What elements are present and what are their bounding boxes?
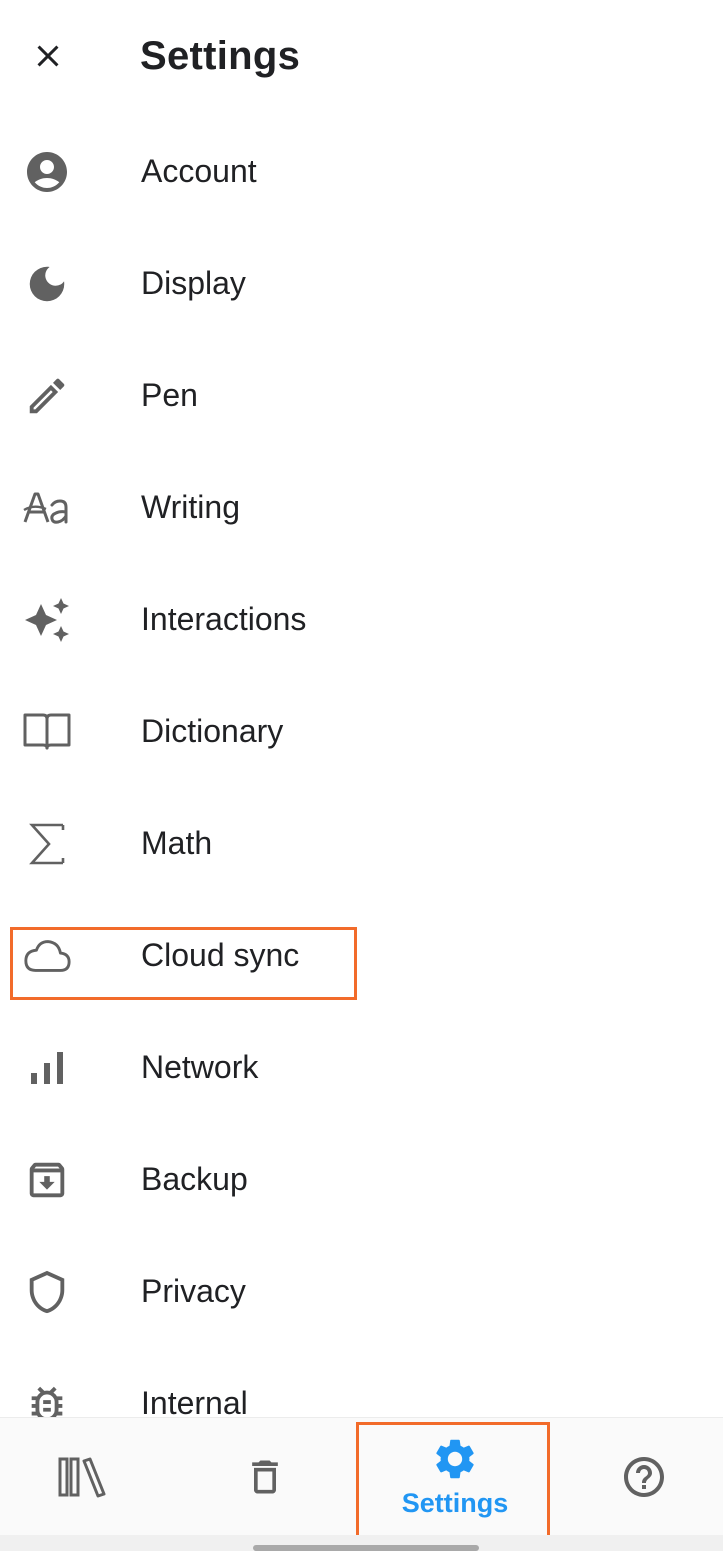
cloud-icon <box>22 931 72 981</box>
menu-item-label: Cloud sync <box>141 937 300 973</box>
menu-item-display[interactable]: Display <box>0 227 723 339</box>
menu-item-label: Interactions <box>141 601 307 637</box>
menu-item-account[interactable]: Account <box>0 115 723 227</box>
help-icon <box>624 1457 664 1497</box>
account-circle-icon <box>22 147 72 197</box>
archive-icon <box>22 1155 72 1205</box>
signal-bars-icon <box>22 1043 72 1093</box>
menu-item-label: Internal <box>141 1385 248 1417</box>
menu-item-label: Pen <box>141 377 198 413</box>
text-format-icon <box>22 483 72 533</box>
menu-item-pen[interactable]: Pen <box>0 339 723 451</box>
system-navigation-bar <box>0 1535 723 1551</box>
bottom-navigation: Settings <box>0 1417 723 1536</box>
menu-item-writing[interactable]: Writing <box>0 451 723 563</box>
nav-settings-button[interactable]: Settings <box>360 1418 550 1536</box>
menu-item-privacy[interactable]: Privacy <box>0 1235 723 1347</box>
open-book-icon <box>22 707 72 757</box>
menu-item-label: Backup <box>141 1161 248 1197</box>
close-icon <box>37 45 59 67</box>
bug-icon <box>22 1379 72 1417</box>
menu-item-label: Privacy <box>141 1273 246 1309</box>
sparkles-icon <box>22 595 72 645</box>
library-icon <box>58 1457 105 1498</box>
menu-item-backup[interactable]: Backup <box>0 1123 723 1235</box>
nav-trash-button[interactable] <box>185 1418 345 1536</box>
settings-menu: Account Display Pen Writing Interactions… <box>0 115 723 1417</box>
shield-icon <box>22 1267 72 1317</box>
page-title: Settings <box>140 34 301 78</box>
gear-icon <box>436 1439 474 1479</box>
menu-item-label: Network <box>141 1049 259 1085</box>
menu-item-dictionary[interactable]: Dictionary <box>0 675 723 787</box>
menu-item-interactions[interactable]: Interactions <box>0 563 723 675</box>
menu-item-label: Dictionary <box>141 713 284 749</box>
top-app-bar: Settings <box>0 0 723 115</box>
home-indicator[interactable] <box>253 1545 479 1551</box>
close-button[interactable] <box>20 28 76 84</box>
menu-item-label: Writing <box>141 489 240 525</box>
nav-help-button[interactable] <box>565 1418 723 1536</box>
menu-item-label: Display <box>141 265 246 301</box>
moon-icon <box>22 259 72 309</box>
menu-item-network[interactable]: Network <box>0 1011 723 1123</box>
trash-icon <box>252 1460 278 1494</box>
menu-item-internal[interactable]: Internal <box>0 1347 723 1417</box>
pencil-icon <box>22 371 72 421</box>
sigma-icon <box>22 819 72 869</box>
nav-library-button[interactable] <box>0 1418 165 1536</box>
menu-item-math[interactable]: Math <box>0 787 723 899</box>
nav-settings-label: Settings <box>401 1488 509 1518</box>
menu-item-label: Math <box>141 825 213 861</box>
menu-item-cloud-sync[interactable]: Cloud sync <box>0 899 723 1011</box>
menu-item-label: Account <box>141 153 257 189</box>
